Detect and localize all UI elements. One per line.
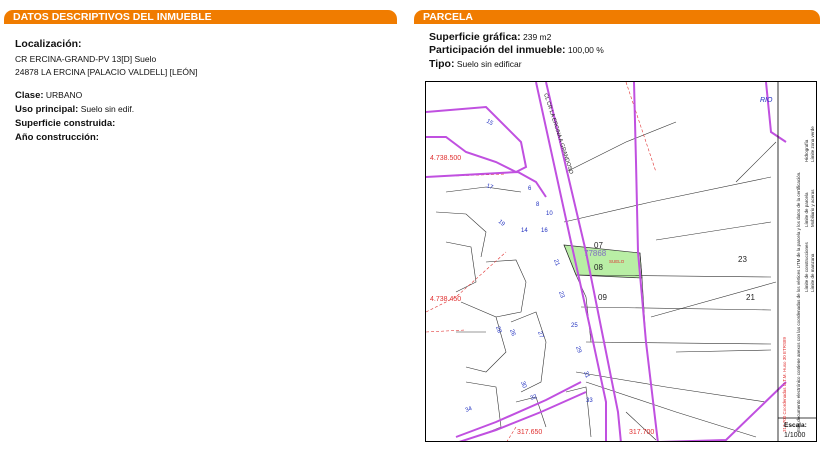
coord-y2: 4.738.450 [430,296,461,303]
plot-ref: 77868 [584,249,607,258]
tipo-row: Tipo: Suelo sin edificar [429,58,522,70]
svg-text:6: 6 [528,186,532,192]
parcel-23: 23 [738,255,747,264]
superficie-construida-label: Superficie construida: [15,118,116,129]
svg-text:15: 15 [485,119,494,128]
inmueble-header-text: DATOS DESCRIPTIVOS DEL [13,11,154,23]
legend-line-construcciones: Límite de construcciones [804,241,809,292]
tipo-value: Suelo sin edificar [456,59,522,69]
svg-text:27: 27 [536,331,544,340]
svg-text:16: 16 [541,228,548,234]
svg-text:19: 19 [497,219,506,228]
inmueble-header-highlight: INMUEBLE [156,11,212,23]
coord-x2: 317.700 [629,429,654,436]
localizacion-label: Localización: [15,38,82,50]
participacion-value: 100,00 % [567,45,604,55]
svg-text:25: 25 [571,323,578,329]
svg-text:23: 23 [557,291,565,300]
parcela-header: PARCELA [414,10,820,24]
clase-label: Clase: [15,90,44,101]
svg-text:33: 33 [586,398,593,404]
uso-label: Uso principal: [15,104,79,115]
legend-coords: 317.700 Coordenadas U.T.M. Huso 30 ETRS8… [782,336,787,432]
legend-note: Este documento electrónico contiene anex… [796,172,801,432]
inmueble-header: DATOS DESCRIPTIVOS DEL INMUEBLE [4,10,397,24]
cadastral-map-svg: 4.738.500 4.738.450 317.650 317.700 CL C… [426,82,816,441]
superficie-grafica-value: 239 m2 [523,32,552,42]
legend-line-mobiliario: Mobiliario y aceras [810,189,815,227]
scale-label: Escala: [784,422,807,429]
parcel-21: 21 [746,293,755,302]
legend-line-manzana: Límite de manzana [810,253,815,292]
parcel-09: 09 [598,293,607,302]
superficie-grafica-label: Superficie gráfica: [429,31,521,43]
superficie-grafica-row: Superficie gráfica: 239 m2 [429,31,551,43]
participacion-label: Participación del inmueble: [429,44,566,56]
svg-text:8: 8 [536,202,540,208]
legend: 317.700 Coordenadas U.T.M. Huso 30 ETRS8… [782,126,815,432]
svg-text:30: 30 [519,381,527,390]
legend-line-zona-verde: Límite zona verde [810,126,815,162]
svg-text:26: 26 [508,329,516,338]
coord-y1: 4.738.500 [430,155,461,162]
participacion-row: Participación del inmueble: 100,00 % [429,44,604,56]
uso-row: Uso principal: Suelo sin edif. [15,104,134,115]
svg-text:14: 14 [521,228,528,234]
parcel-boundaries [435,121,777,441]
river-label: RIO [760,97,773,104]
suelo-tag: SUELO [609,259,625,264]
clase-value: URBANO [45,90,83,100]
parcel-08: 08 [594,263,603,272]
cadastral-map[interactable]: 4.738.500 4.738.450 317.650 317.700 CL C… [425,81,817,442]
uso-value: Suelo sin edif. [80,104,135,114]
svg-text:17: 17 [485,183,494,191]
anio-construccion-label: Año construcción: [15,132,99,143]
coord-x1: 317.650 [517,429,542,436]
legend-line-parcela: Límite de parcela [804,192,809,227]
legend-line-hidrografia: Hidrografía [804,139,809,162]
svg-text:29: 29 [574,346,582,355]
address-line-2: 24878 LA ERCINA [PALACIO VALDELL] [LEÓN] [15,67,198,77]
svg-text:10: 10 [546,211,553,217]
svg-text:21: 21 [552,259,560,268]
svg-text:31: 31 [582,371,590,380]
clase-row: Clase: URBANO [15,90,82,101]
parcela-header-text: PARCELA [423,11,473,23]
svg-text:34: 34 [465,406,474,414]
scale-value: 1/1000 [784,432,806,439]
svg-text:28: 28 [494,326,502,335]
tipo-label: Tipo: [429,58,455,70]
address-line-1: CR ERCINA-GRAND-PV 13[D] Suelo [15,54,157,64]
